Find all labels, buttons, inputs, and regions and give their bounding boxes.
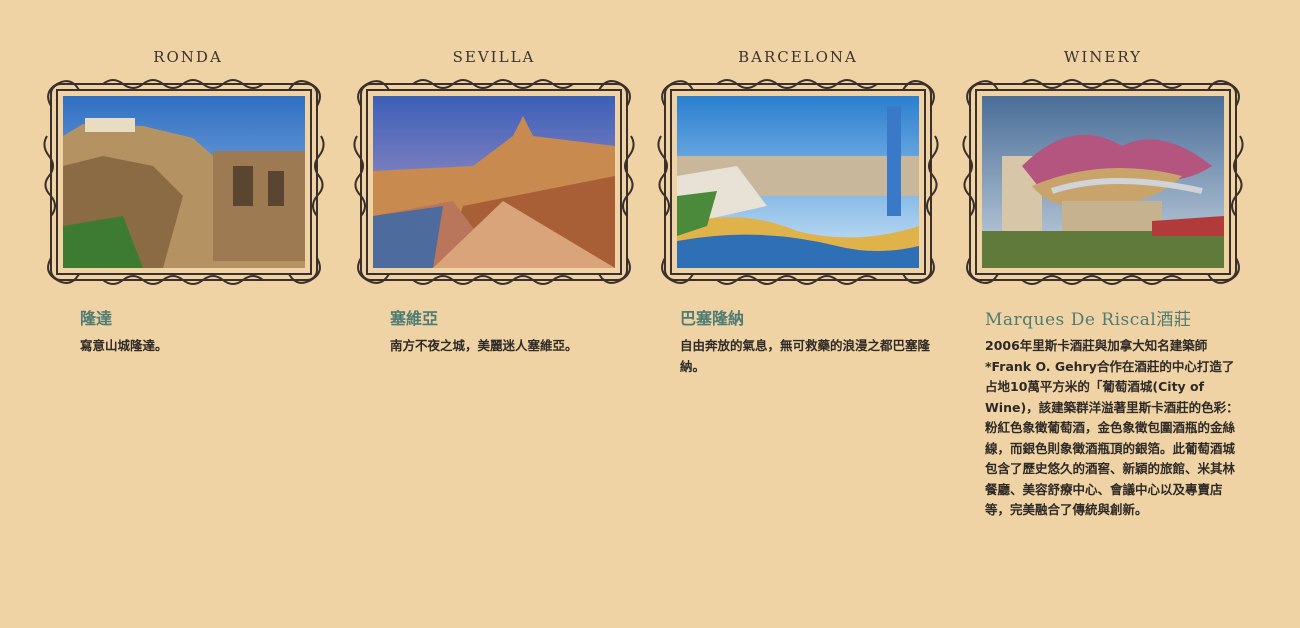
ornate-frame (43, 76, 325, 288)
sevilla-photo (373, 96, 615, 268)
card-title: Marques De Riscal酒莊 (985, 310, 1192, 330)
barcelona-photo (677, 96, 919, 268)
winery-photo (982, 96, 1224, 268)
ornate-frame (353, 76, 635, 288)
ronda-photo (63, 96, 305, 268)
ornate-frame (657, 76, 939, 288)
card-description: 2006年里斯卡酒莊與加拿大知名建築師*Frank O. Gehry合作在酒莊的… (985, 338, 1239, 517)
card-label: BARCELONA (738, 48, 858, 66)
card-description: 自由奔放的氣息，無可救藥的浪漫之都巴塞隆納。 (680, 338, 931, 374)
card-description: 南方不夜之城，美麗迷人塞維亞。 (390, 338, 578, 353)
card-description: 寫意山城隆達。 (80, 338, 168, 353)
card-label: WINERY (1063, 48, 1143, 66)
card-title: 隆達 (80, 309, 113, 328)
ornate-frame (962, 76, 1244, 288)
card-title: 巴塞隆納 (680, 309, 745, 328)
card-label: RONDA (153, 48, 223, 66)
card-title: 塞維亞 (390, 309, 439, 328)
card-label: SEVILLA (452, 48, 536, 66)
